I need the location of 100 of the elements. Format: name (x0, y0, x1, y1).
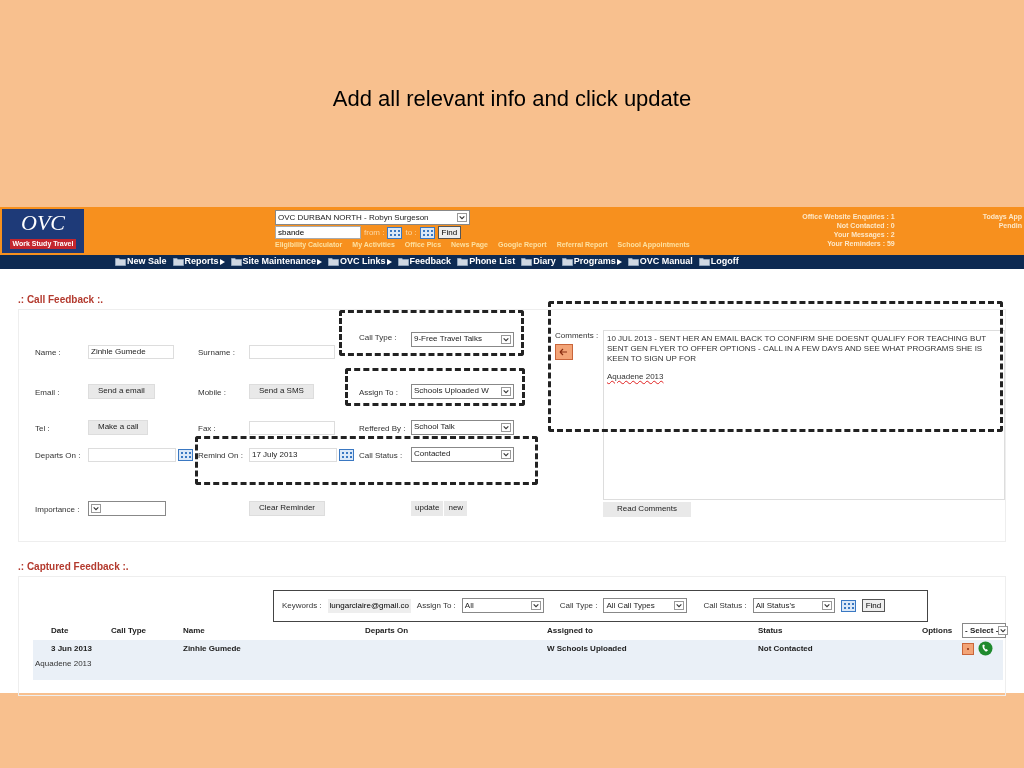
select-field[interactable]: OVC DURBAN NORTH - Robyn Surgeson (275, 210, 470, 225)
caret-icon (317, 258, 323, 265)
nav-item[interactable]: Logoff (698, 255, 739, 269)
field-label: Name : (35, 346, 61, 359)
section-title: .: Captured Feedback :. (18, 560, 129, 572)
from-label: from : (364, 226, 385, 239)
calendar-icon[interactable] (419, 226, 435, 239)
nav-item[interactable]: Feedback (397, 255, 452, 269)
date-field[interactable]: 17 July 2013 (249, 447, 337, 462)
field-label: Call Status : (359, 449, 403, 462)
form-button[interactable]: Make a call (88, 419, 149, 435)
find-button[interactable]: Find (861, 599, 886, 612)
field-label: Assign To : (359, 386, 398, 399)
nav-item[interactable]: New Sale (115, 255, 167, 269)
nav-item[interactable]: Site Maintenance (230, 255, 323, 269)
folder-icon (457, 257, 469, 267)
undo-icon[interactable] (555, 343, 573, 360)
input-field[interactable] (249, 420, 335, 435)
slide-title: Add all relevant info and click update (332, 85, 692, 113)
field-label: Remind On : (198, 449, 243, 462)
form-button[interactable]: Send a SMS (249, 383, 314, 399)
comments-textarea[interactable]: 10 JUL 2013 - SENT HER AN EMAIL BACK TO CONFIRM SHE DOESNT QUALIFY FOR TEACHING BUT SENT GEN FLYER TO OFFER OPTIONS - CALL IN A FEW DAYS AND SEE WHAT PROGRAMS SHE IS KEEN TO SIGN UP FOR Aquadene 2013 (603, 329, 1005, 500)
calendar-icon[interactable] (178, 448, 193, 461)
form-button[interactable]: Clear Reminder (249, 500, 326, 516)
chevron-icon (674, 601, 685, 610)
date-field[interactable] (88, 447, 176, 462)
column-header: Date (50, 624, 70, 637)
select-field[interactable]: All Status's (752, 598, 835, 613)
section-title: .: Call Feedback :. (18, 293, 104, 305)
field-label: Mobile : (198, 386, 226, 399)
folder-icon (230, 257, 242, 267)
select-field[interactable]: Schools Uploaded W (411, 383, 514, 399)
nav-item[interactable]: OVC Manual (627, 255, 693, 269)
folder-icon (521, 257, 533, 267)
select-field[interactable]: 9-Free Travel Talks (411, 331, 514, 347)
folder-icon (561, 257, 573, 267)
comment-text: Aquadene 2013 (607, 371, 665, 382)
form-button[interactable]: Send a email (88, 383, 155, 399)
input-field[interactable]: Zinhle Gumede (88, 344, 174, 359)
field-label: Call Type : (559, 599, 598, 612)
field-label: Email : (35, 386, 60, 399)
field-label: Importance : (35, 503, 80, 516)
chevron-icon (91, 503, 101, 513)
select-field[interactable] (88, 500, 166, 516)
keywords-field[interactable]: lungarclaire@gmail.co (327, 598, 411, 613)
column-header: Name (183, 624, 206, 637)
calendar-icon[interactable] (339, 448, 354, 461)
search-field[interactable]: sbande (275, 226, 361, 239)
input-field[interactable] (249, 344, 335, 359)
calendar-icon[interactable] (387, 226, 403, 239)
form-button[interactable]: new (444, 500, 468, 516)
field-label: Comments : (555, 329, 600, 342)
folder-icon (172, 257, 184, 267)
field-label: Call Status : (703, 599, 747, 612)
chevron-icon (501, 334, 511, 344)
calendar-icon[interactable] (840, 599, 856, 612)
field-label: Call Type : (359, 331, 397, 344)
folder-icon (698, 257, 710, 267)
row-note: Aquadene 2013 (34, 657, 93, 670)
field-label: Assign To : (416, 599, 456, 612)
column-header: Options (922, 624, 954, 637)
comment-text: 10 JUL 2013 - SENT HER AN EMAIL BACK TO CONFIRM SHE DOESNT QUALIFY FOR TEACHING BUT SENT GEN FLYER TO OFFER OPTIONS - CALL IN A FEW DAYS AND SEE WHAT PROGRAMS SHE IS KEEN TO SIGN UP FOR (607, 333, 987, 364)
column-header: Status (758, 624, 784, 637)
field-label: Reffered By : (359, 422, 406, 435)
chevron-icon (501, 386, 511, 396)
to-label: to : (405, 226, 417, 239)
nav-item[interactable]: Programs (561, 255, 622, 269)
folder-icon (397, 257, 409, 267)
find-button[interactable]: Find (437, 226, 462, 239)
edit-icon[interactable] (962, 642, 974, 655)
chevron-icon (457, 213, 467, 222)
column-header: Assigned to (547, 624, 594, 637)
form-button[interactable]: update (411, 500, 444, 516)
phone-icon[interactable] (978, 641, 993, 656)
nav-item[interactable]: Reports (172, 255, 225, 269)
nav-item[interactable]: OVC Links (328, 255, 392, 269)
caret-icon (219, 258, 225, 265)
nav-item[interactable]: Phone List (457, 255, 516, 269)
select-field[interactable]: - Select - (962, 623, 1006, 638)
select-field[interactable]: Contacted (411, 446, 514, 462)
caret-icon (616, 258, 622, 265)
column-header: Call Type (111, 624, 147, 637)
folder-icon (328, 257, 340, 267)
nav-item[interactable]: Diary (521, 255, 556, 269)
read-comments-button[interactable]: Read Comments (603, 501, 692, 517)
field-label: Departs On : (35, 449, 81, 462)
field-label: Surname : (198, 346, 235, 359)
select-field[interactable]: All (461, 598, 544, 613)
table-cell-text: W Schools Uploaded (547, 642, 628, 655)
chevron-icon (821, 601, 832, 610)
chevron-icon (501, 422, 511, 432)
select-field[interactable]: All Call Types (603, 598, 688, 613)
field-label: Fax : (198, 422, 216, 435)
chevron-icon (501, 449, 511, 459)
field-label: Keywords : (282, 599, 322, 612)
field-label: Tel : (35, 422, 50, 435)
table-cell-text: Not Contacted (758, 642, 814, 655)
select-field[interactable]: School Talk (411, 419, 514, 435)
folder-icon (115, 257, 126, 267)
chevron-icon (998, 626, 1009, 635)
